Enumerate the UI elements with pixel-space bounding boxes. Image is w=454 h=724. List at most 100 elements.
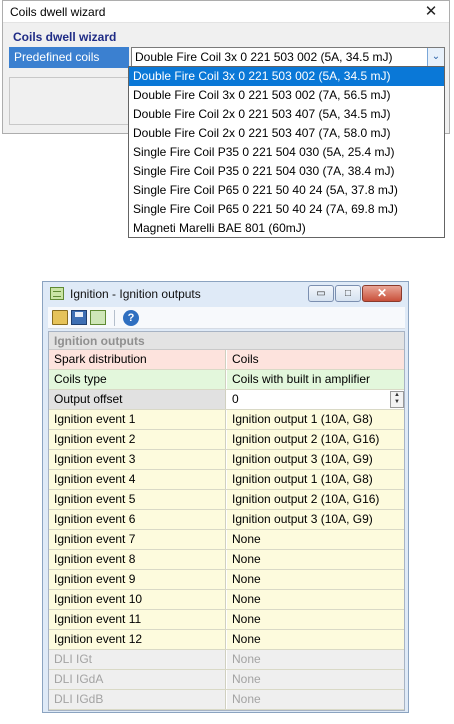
grid-row[interactable]: Ignition event 1 Ignition output 1 (10A, …: [49, 410, 404, 430]
properties-grid: Ignition outputs Spark distribution Coils…: [48, 331, 405, 711]
property-value[interactable]: None: [227, 590, 404, 609]
property-label: Ignition event 5: [49, 490, 226, 509]
spin-up-icon[interactable]: ▲: [391, 392, 403, 399]
property-value[interactable]: Ignition output 2 (10A, G16): [227, 430, 404, 449]
property-label: DLI IGdB: [49, 690, 226, 709]
property-value-text: None: [232, 572, 261, 586]
property-value[interactable]: Coils: [227, 350, 404, 369]
close-icon[interactable]: ✕: [362, 285, 402, 302]
maximize-icon[interactable]: □: [335, 285, 361, 302]
predefined-coils-combobox[interactable]: Double Fire Coil 3x 0 221 503 002 (5A, 3…: [131, 47, 445, 68]
grid-row[interactable]: Ignition event 5 Ignition output 2 (10A, …: [49, 490, 404, 510]
spin-buttons[interactable]: ▲ ▼: [390, 391, 404, 408]
window-icon[interactable]: [90, 310, 106, 325]
property-value[interactable]: 0 ▲ ▼: [227, 390, 404, 409]
help-icon[interactable]: ?: [123, 310, 139, 326]
property-value[interactable]: Ignition output 3 (10A, G9): [227, 510, 404, 529]
save-disk-icon[interactable]: [71, 310, 87, 325]
property-value[interactable]: None: [227, 570, 404, 589]
grid-section-header: Ignition outputs: [49, 332, 404, 350]
grid-row[interactable]: DLI IGdB None: [49, 690, 404, 710]
table-icon: [50, 287, 64, 300]
property-label: Ignition event 12: [49, 630, 226, 649]
property-value[interactable]: Coils with built in amplifier: [227, 370, 404, 389]
grid-row[interactable]: Output offset 0 ▲ ▼: [49, 390, 404, 410]
property-label: Coils type: [49, 370, 226, 389]
property-value: None: [227, 670, 404, 689]
chevron-down-icon[interactable]: ⌄: [427, 48, 444, 67]
property-value[interactable]: None: [227, 610, 404, 629]
predefined-coils-row: Predefined coils Double Fire Coil 3x 0 2…: [9, 47, 445, 68]
grid-row[interactable]: DLI IGdA None: [49, 670, 404, 690]
dialog-title: Coils dwell wizard: [10, 5, 106, 19]
property-value[interactable]: Ignition output 2 (10A, G16): [227, 490, 404, 509]
property-label: Ignition event 9: [49, 570, 226, 589]
property-value-text: Ignition output 2 (10A, G16): [232, 492, 380, 506]
toolbar: ?: [48, 307, 405, 329]
dropdown-option[interactable]: Double Fire Coil 2x 0 221 503 407 (7A, 5…: [129, 124, 444, 143]
property-value-text: Ignition output 1 (10A, G8): [232, 472, 373, 486]
grid-row[interactable]: Ignition event 12 None: [49, 630, 404, 650]
property-value-text: None: [232, 592, 261, 606]
property-label: Ignition event 10: [49, 590, 226, 609]
property-label: Spark distribution: [49, 350, 226, 369]
property-value-text: Ignition output 1 (10A, G8): [232, 412, 373, 426]
predefined-coils-dropdown-list[interactable]: Double Fire Coil 3x 0 221 503 002 (5A, 3…: [128, 66, 445, 238]
property-value[interactable]: None: [227, 630, 404, 649]
property-value[interactable]: None: [227, 530, 404, 549]
property-value-text: 0: [232, 392, 239, 406]
grid-row[interactable]: Ignition event 2 Ignition output 2 (10A, …: [49, 430, 404, 450]
grid-row[interactable]: Ignition event 10 None: [49, 590, 404, 610]
property-label: DLI IGdA: [49, 670, 226, 689]
dropdown-option[interactable]: Single Fire Coil P35 0 221 504 030 (7A, …: [129, 162, 444, 181]
grid-rows: Spark distribution Coils Coils type Coils w…: [49, 350, 404, 710]
grid-row[interactable]: Ignition event 11 None: [49, 610, 404, 630]
property-label: Output offset: [49, 390, 226, 409]
property-value-text: Coils: [232, 352, 259, 366]
property-label: Ignition event 1: [49, 410, 226, 429]
property-value-text: Ignition output 3 (10A, G9): [232, 452, 373, 466]
property-label: Ignition event 7: [49, 530, 226, 549]
property-label: Ignition event 8: [49, 550, 226, 569]
dropdown-option[interactable]: Single Fire Coil P65 0 221 50 40 24 (7A,…: [129, 200, 444, 219]
grid-row[interactable]: Ignition event 3 Ignition output 3 (10A, …: [49, 450, 404, 470]
property-value-text: Coils with built in amplifier: [232, 372, 371, 386]
grid-row[interactable]: Ignition event 4 Ignition output 1 (10A, …: [49, 470, 404, 490]
property-value-text: None: [232, 652, 261, 666]
property-value[interactable]: Ignition output 1 (10A, G8): [227, 410, 404, 429]
property-value-text: Ignition output 3 (10A, G9): [232, 512, 373, 526]
minimize-icon[interactable]: ▭: [308, 285, 334, 302]
grid-row[interactable]: Spark distribution Coils: [49, 350, 404, 370]
grid-row[interactable]: Ignition event 6 Ignition output 3 (10A, …: [49, 510, 404, 530]
grid-row[interactable]: Coils type Coils with built in amplifier: [49, 370, 404, 390]
grid-row[interactable]: Ignition event 8 None: [49, 550, 404, 570]
dropdown-option[interactable]: Double Fire Coil 3x 0 221 503 002 (7A, 5…: [129, 86, 444, 105]
property-value[interactable]: Ignition output 3 (10A, G9): [227, 450, 404, 469]
dropdown-option[interactable]: Single Fire Coil P35 0 221 504 030 (5A, …: [129, 143, 444, 162]
dropdown-option[interactable]: Double Fire Coil 2x 0 221 503 407 (5A, 3…: [129, 105, 444, 124]
wizard-section-header: Coils dwell wizard: [9, 29, 445, 46]
property-label: Ignition event 2: [49, 430, 226, 449]
property-value-text: Ignition output 2 (10A, G16): [232, 432, 380, 446]
dropdown-option[interactable]: Single Fire Coil P65 0 221 50 40 24 (5A,…: [129, 181, 444, 200]
property-value-text: None: [232, 552, 261, 566]
dropdown-option[interactable]: Magneti Marelli BAE 801 (60mJ): [129, 219, 444, 238]
combobox-value: Double Fire Coil 3x 0 221 503 002 (5A, 3…: [135, 50, 393, 64]
spin-down-icon[interactable]: ▼: [391, 399, 403, 406]
window-title-bar[interactable]: Ignition - Ignition outputs ▭ □ ✕: [43, 282, 408, 306]
property-label: Ignition event 6: [49, 510, 226, 529]
grid-row[interactable]: Ignition event 9 None: [49, 570, 404, 590]
dropdown-option[interactable]: Double Fire Coil 3x 0 221 503 002 (5A, 3…: [129, 67, 444, 86]
grid-row[interactable]: DLI IGt None: [49, 650, 404, 670]
close-icon[interactable]: ✕: [417, 1, 445, 23]
ignition-outputs-window: Ignition - Ignition outputs ▭ □ ✕ ? Igniti…: [42, 281, 409, 713]
grid-row[interactable]: Ignition event 7 None: [49, 530, 404, 550]
window-controls: ▭ □ ✕: [307, 285, 402, 302]
property-value[interactable]: Ignition output 1 (10A, G8): [227, 470, 404, 489]
open-folder-icon[interactable]: [52, 310, 68, 325]
window-title: Ignition - Ignition outputs: [70, 287, 201, 301]
property-value[interactable]: None: [227, 550, 404, 569]
predefined-coils-label[interactable]: Predefined coils: [9, 47, 129, 68]
property-value-text: None: [232, 532, 261, 546]
toolbar-separator: [114, 310, 115, 326]
